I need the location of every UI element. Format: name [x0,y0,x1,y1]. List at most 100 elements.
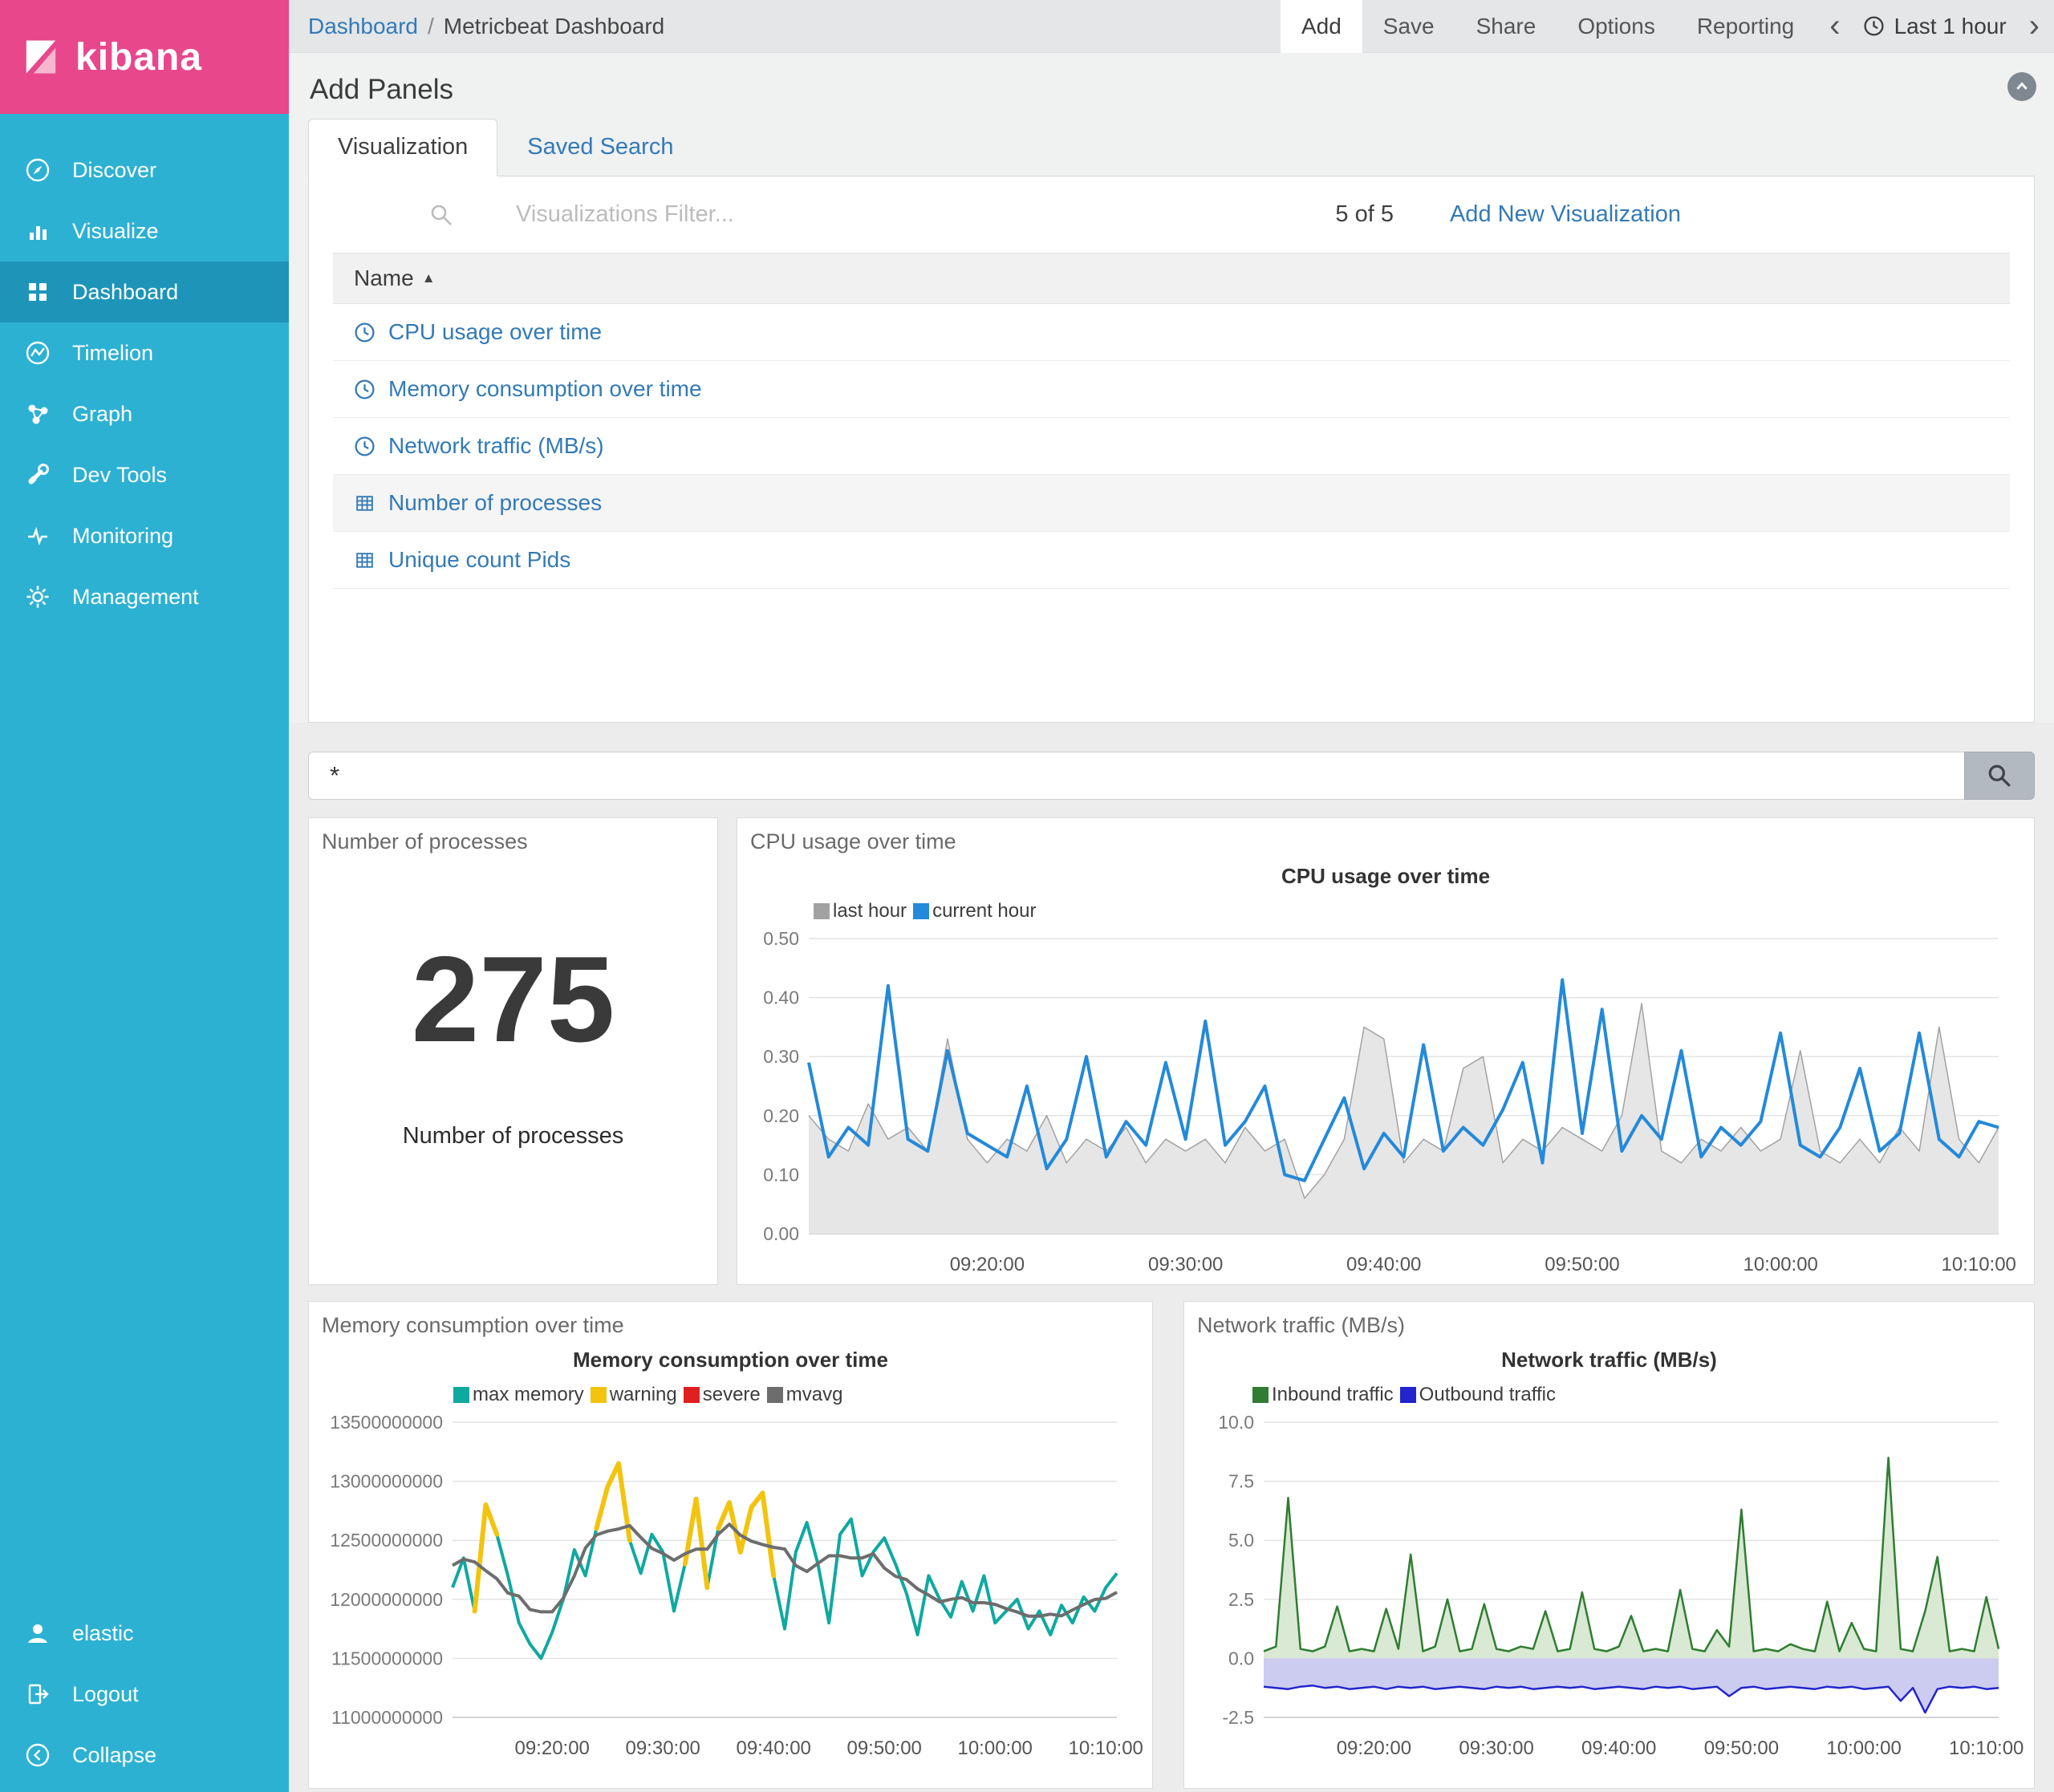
clock-icon [354,379,375,400]
legend-item-outbound-traffic[interactable]: Outbound traffic [1400,1384,1556,1406]
legend-item-last-hour[interactable]: last hour [814,900,907,922]
sidebar-item-label: Graph [72,402,132,427]
breadcrumb-dashboard-link[interactable]: Dashboard [308,14,418,39]
table-row-network-traffic[interactable]: Network traffic (MB/s) [333,418,2010,475]
svg-text:09:50:00: 09:50:00 [846,1737,921,1759]
sidebar-item-label: Visualize [72,219,159,244]
sidebar-item-monitoring[interactable]: Monitoring [0,505,289,566]
sidebar-item-label: Dashboard [72,280,178,305]
tab-visualization[interactable]: Visualization [308,119,497,176]
legend-item-severe[interactable]: severe [684,1384,761,1406]
collapse-add-panel-button[interactable] [2007,72,2036,101]
sidebar-item-visualize[interactable]: Visualize [0,201,289,262]
menu-reporting-button[interactable]: Reporting [1676,0,1815,53]
sidebar-item-elastic-user[interactable]: elastic [0,1603,289,1664]
timelion-icon [24,339,51,367]
svg-text:13000000000: 13000000000 [330,1471,443,1492]
legend-item-inbound-traffic[interactable]: Inbound traffic [1252,1384,1394,1406]
query-input[interactable] [308,752,1964,800]
table-header-name[interactable]: Name ▲ [333,253,2010,304]
sidebar-item-graph[interactable]: Graph [0,383,289,444]
metric-visualization: 275 Number of processes [309,857,717,1149]
legend-item-max-memory[interactable]: max memory [453,1384,584,1406]
sidebar-item-discover[interactable]: Discover [0,140,289,201]
panel-number-of-processes: Number of processes 275 Number of proces… [308,817,718,1285]
svg-text:09:20:00: 09:20:00 [1337,1737,1411,1759]
clock-icon [1863,15,1885,37]
sidebar-item-dev-tools[interactable]: Dev Tools [0,444,289,505]
legend-swatch [1400,1387,1416,1403]
legend-item-current-hour[interactable]: current hour [913,900,1036,922]
breadcrumb-current: Metricbeat Dashboard [444,14,664,39]
sidebar-nav: Discover Visualize Dashboard Timelion Gr… [0,140,289,627]
chart-title: CPU usage over time [737,864,2034,889]
menu-save-button[interactable]: Save [1362,0,1455,53]
clock-icon [354,436,375,457]
sidebar-item-dashboard[interactable]: Dashboard [0,262,289,322]
panel-memory-consumption: Memory consumption over time Memory cons… [308,1301,1153,1789]
sidebar-item-management[interactable]: Management [0,566,289,627]
memory-consumption-chart: 1100000000011500000000120000000001250000… [320,1411,1139,1764]
memory-chart-legend: max memory warning severe mvavg [453,1382,1152,1408]
sidebar-item-collapse[interactable]: Collapse [0,1725,289,1786]
table-icon [354,493,375,514]
logout-icon [24,1681,51,1708]
legend-item-mvavg[interactable]: mvavg [767,1384,843,1406]
visualization-list-panel: 5 of 5 Add New Visualization Name ▲ CPU … [308,176,2035,723]
legend-item-warning[interactable]: warning [591,1384,677,1406]
legend-swatch [814,903,830,919]
visualizations-filter-input[interactable] [514,201,1204,229]
sidebar-item-label: Management [72,585,199,610]
time-forward-chevron-icon[interactable]: › [2015,0,2054,53]
top-menu: Add Save Share Options Reporting ‹ Last … [1281,0,2054,53]
svg-text:0.30: 0.30 [763,1046,799,1067]
visualization-link: CPU usage over time [388,319,602,345]
svg-text:2.5: 2.5 [1228,1589,1254,1610]
table-row-cpu-usage[interactable]: CPU usage over time [333,304,2010,361]
table-row-number-of-processes[interactable]: Number of processes [333,475,2010,532]
svg-text:09:20:00: 09:20:00 [950,1254,1025,1275]
svg-text:09:40:00: 09:40:00 [1581,1737,1656,1759]
sidebar-item-label: Logout [72,1682,139,1707]
chart-title: Network traffic (MB/s) [1184,1348,2034,1372]
svg-text:09:50:00: 09:50:00 [1704,1737,1779,1759]
svg-text:10:10:00: 10:10:00 [1941,1254,2015,1275]
query-search-button[interactable] [1964,752,2035,800]
graph-icon [24,400,51,428]
logo-text: kibana [75,35,202,79]
table-row-memory-consumption[interactable]: Memory consumption over time [333,361,2010,418]
wrench-icon [24,461,51,489]
visualization-table: Name ▲ CPU usage over time Memory consum… [333,253,2010,589]
svg-text:12500000000: 12500000000 [330,1530,443,1551]
svg-text:0.40: 0.40 [763,987,799,1008]
tab-saved-search[interactable]: Saved Search [497,119,703,176]
visualization-count: 5 of 5 [1335,201,1394,228]
sidebar-item-timelion[interactable]: Timelion [0,322,289,383]
sidebar-item-logout[interactable]: Logout [0,1664,289,1725]
query-bar [308,752,2035,800]
table-icon [354,549,375,571]
cpu-chart-legend: last hour current hour [814,898,2034,924]
menu-add-button[interactable]: Add [1281,0,1362,53]
chart-title: Memory consumption over time [309,1348,1152,1372]
svg-text:09:30:00: 09:30:00 [1148,1254,1223,1275]
svg-text:10:00:00: 10:00:00 [1826,1737,1901,1759]
menu-share-button[interactable]: Share [1455,0,1557,53]
add-panels-tabs: Visualization Saved Search [308,119,2035,176]
kibana-logo[interactable]: kibana [0,0,289,114]
time-picker-label: Last 1 hour [1894,14,2007,39]
panel-title: Number of processes [309,818,717,857]
sidebar-item-label: Discover [72,158,156,183]
legend-swatch [913,903,929,919]
main-area: Dashboard / Metricbeat Dashboard Add Sav… [289,0,2054,1789]
time-back-chevron-icon[interactable]: ‹ [1815,0,1854,53]
svg-text:0.10: 0.10 [763,1164,799,1185]
menu-options-button[interactable]: Options [1557,0,1676,53]
add-new-visualization-link[interactable]: Add New Visualization [1450,201,1681,228]
network-chart-legend: Inbound traffic Outbound traffic [1252,1382,2034,1408]
time-picker[interactable]: Last 1 hour [1855,0,2015,53]
svg-text:10:10:00: 10:10:00 [1068,1737,1143,1759]
svg-text:11500000000: 11500000000 [331,1648,443,1668]
table-row-unique-count-pids[interactable]: Unique count Pids [333,532,2010,589]
search-icon [1987,763,2012,789]
